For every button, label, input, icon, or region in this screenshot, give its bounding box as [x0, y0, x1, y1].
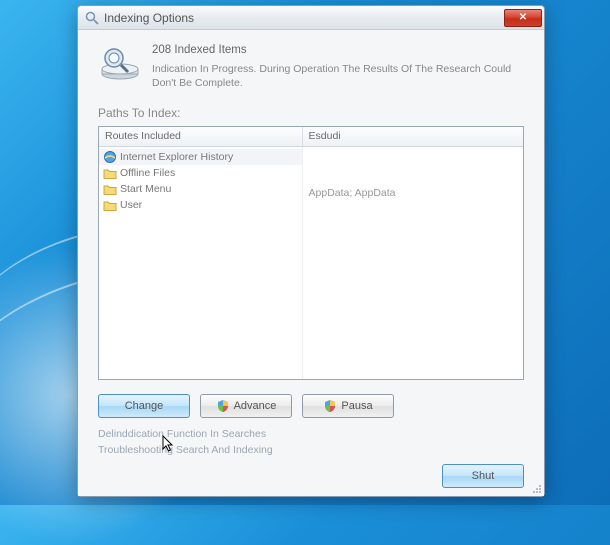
column-header-exclude[interactable]: Esdudi: [303, 127, 523, 146]
row-label: Start Menu: [120, 183, 171, 195]
shield-icon: [216, 399, 230, 413]
button-label: Change: [125, 400, 164, 412]
button-label: Advance: [234, 400, 277, 412]
table-row[interactable]: Internet Explorer History: [99, 149, 302, 165]
indexing-status: Indication In Progress. During Operation…: [152, 62, 524, 90]
exclude-column: AppData; AppData: [303, 147, 523, 379]
shut-button[interactable]: Shut: [442, 464, 524, 488]
routes-column: Internet Explorer History Offline Files …: [99, 147, 303, 379]
folder-icon: [103, 166, 117, 180]
table-row[interactable]: Offline Files: [99, 165, 302, 181]
close-icon: ✕: [519, 13, 527, 23]
summary-block: 208 Indexed Items Indication In Progress…: [98, 42, 524, 90]
column-header-routes[interactable]: Routes Included: [99, 127, 303, 146]
troubleshooting-link[interactable]: Troubleshooting Search And Indexing: [98, 444, 524, 456]
advanced-button[interactable]: Advance: [200, 394, 292, 418]
shield-icon: [323, 399, 337, 413]
exclude-text: AppData; AppData: [303, 149, 523, 199]
table-row[interactable]: Start Menu: [99, 181, 302, 197]
pause-button[interactable]: Pausa: [302, 394, 394, 418]
titlebar[interactable]: Indexing Options ✕: [78, 6, 544, 30]
window-content: 208 Indexed Items Indication In Progress…: [78, 30, 544, 496]
folder-icon: [103, 198, 117, 212]
button-label: Pausa: [341, 400, 372, 412]
indexed-count: 208 Indexed Items: [152, 44, 524, 56]
indexed-locations-table: Routes Included Esdudi Internet Explorer…: [98, 126, 524, 380]
search-lens-icon: [84, 10, 100, 26]
indexing-options-window: Indexing Options ✕ 208 Indexed Items Ind…: [77, 5, 545, 497]
row-label: Offline Files: [120, 167, 175, 179]
change-button[interactable]: Change: [98, 394, 190, 418]
indexing-drive-icon: [98, 42, 142, 82]
ie-icon: [103, 150, 117, 164]
button-label: Shut: [472, 470, 495, 482]
table-row[interactable]: User: [99, 197, 302, 213]
window-title: Indexing Options: [104, 11, 504, 25]
paths-label: Paths To Index:: [98, 106, 524, 120]
resize-grip[interactable]: [530, 482, 542, 494]
folder-icon: [103, 182, 117, 196]
deindication-link[interactable]: Delinddication Function In Searches: [98, 428, 524, 440]
close-button[interactable]: ✕: [504, 9, 542, 27]
row-label: User: [120, 199, 142, 211]
row-label: Internet Explorer History: [120, 151, 233, 163]
